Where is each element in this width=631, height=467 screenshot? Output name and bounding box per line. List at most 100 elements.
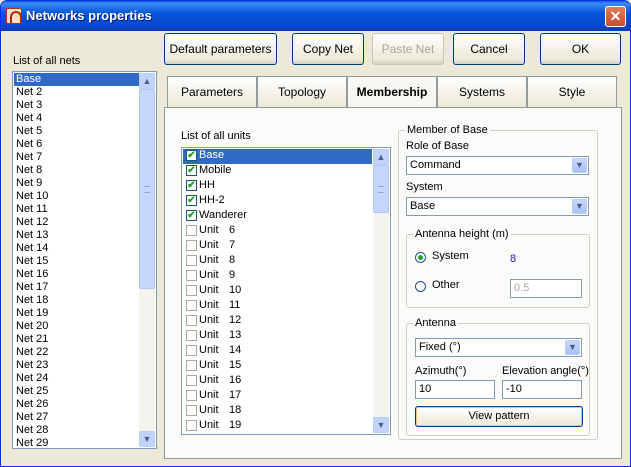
azimuth-input[interactable]: 10	[415, 380, 495, 399]
system-select[interactable]: Base ▼	[406, 197, 589, 216]
net-list-item[interactable]: Net 27	[14, 411, 140, 424]
antenna-type-select[interactable]: Fixed (°) ▼	[415, 338, 582, 357]
net-list-item[interactable]: Net 11	[14, 203, 140, 216]
net-list-item[interactable]: Net 16	[14, 268, 140, 281]
net-list-item[interactable]: Net 13	[14, 229, 140, 242]
unchecked-checkbox[interactable]	[186, 390, 197, 401]
unit-list-item[interactable]: Unit 12	[183, 314, 372, 329]
tab-style[interactable]: Style	[527, 76, 617, 108]
tab-topology[interactable]: Topology	[257, 76, 347, 108]
unit-list-item[interactable]: Unit 6	[183, 224, 372, 239]
net-list-item[interactable]: Net 5	[14, 125, 140, 138]
unit-list-item[interactable]: ✔ HH	[183, 179, 372, 194]
checked-checkbox[interactable]: ✔	[186, 180, 197, 191]
checked-checkbox[interactable]: ✔	[186, 150, 197, 161]
nets-listbox[interactable]: Net 29 Net 28 Net 27 Net 26 Net 25 Net 24 Net …	[12, 71, 157, 449]
net-list-item[interactable]: Net 14	[14, 242, 140, 255]
scroll-up-icon[interactable]: ▲	[373, 149, 389, 165]
net-list-item[interactable]: Net 10	[14, 190, 140, 203]
title-bar[interactable]: Networks properties ✕	[1, 1, 630, 31]
unchecked-checkbox[interactable]	[186, 405, 197, 416]
nets-scrollbar[interactable]: ▲ ▼	[139, 73, 155, 447]
unit-list-item[interactable]: Unit 9	[183, 269, 372, 284]
default-parameters-button[interactable]: Default parameters	[164, 33, 277, 65]
view-pattern-button[interactable]: View pattern	[415, 406, 583, 427]
tab-systems[interactable]: Systems	[437, 76, 527, 108]
net-list-item[interactable]: Net 20	[14, 320, 140, 333]
role-select[interactable]: Command ▼	[406, 156, 589, 175]
cancel-button[interactable]: Cancel	[453, 33, 525, 65]
net-list-item[interactable]: Net 15	[14, 255, 140, 268]
system-height-radio[interactable]	[415, 252, 426, 263]
unchecked-checkbox[interactable]	[186, 285, 197, 296]
net-list-item[interactable]: Net 29	[14, 437, 140, 448]
units-listbox[interactable]: Unit 19 Unit 18 Unit 17 Unit 16 Unit 15 Unit 14 Unit…	[181, 147, 391, 435]
units-scrollbar[interactable]: ▲ ▼	[373, 149, 389, 433]
chevron-down-icon[interactable]: ▼	[572, 158, 587, 173]
net-list-item[interactable]: Net 8	[14, 164, 140, 177]
unit-list-item[interactable]: ✔ HH-2	[183, 194, 372, 209]
unchecked-checkbox[interactable]	[186, 240, 197, 251]
unchecked-checkbox[interactable]	[186, 300, 197, 311]
unit-list-item[interactable]: Unit 11	[183, 299, 372, 314]
unit-list-item[interactable]: ✔ Mobile	[183, 164, 372, 179]
other-height-input[interactable]: 0.5	[510, 279, 582, 298]
net-list-item[interactable]: Net 17	[14, 281, 140, 294]
copy-net-button[interactable]: Copy Net	[292, 33, 364, 65]
scroll-thumb[interactable]	[373, 165, 389, 213]
unchecked-checkbox[interactable]	[186, 225, 197, 236]
unit-list-item[interactable]: Unit 14	[183, 344, 372, 359]
unchecked-checkbox[interactable]	[186, 345, 197, 356]
net-list-item[interactable]: Net 18	[14, 294, 140, 307]
net-list-item[interactable]: Net 2	[14, 86, 140, 99]
unit-list-item[interactable]: Unit 17	[183, 389, 372, 404]
net-list-item[interactable]: Net 6	[14, 138, 140, 151]
net-list-item[interactable]: Net 3	[14, 99, 140, 112]
scroll-thumb[interactable]	[139, 89, 155, 289]
unchecked-checkbox[interactable]	[186, 375, 197, 386]
unchecked-checkbox[interactable]	[186, 420, 197, 431]
net-list-item[interactable]: Net 7	[14, 151, 140, 164]
checked-checkbox[interactable]: ✔	[186, 210, 197, 221]
unit-list-item[interactable]: Unit 10	[183, 284, 372, 299]
unchecked-checkbox[interactable]	[186, 270, 197, 281]
net-list-item[interactable]: Net 28	[14, 424, 140, 437]
elevation-input[interactable]: -10	[502, 380, 582, 399]
unit-list-item[interactable]: ✔ Base	[183, 149, 372, 164]
paste-net-button[interactable]: Paste Net	[372, 33, 444, 65]
unit-list-item[interactable]: Unit 8	[183, 254, 372, 269]
checked-checkbox[interactable]: ✔	[186, 165, 197, 176]
unchecked-checkbox[interactable]	[186, 315, 197, 326]
unit-list-item[interactable]: Unit 13	[183, 329, 372, 344]
net-list-item[interactable]: Net 12	[14, 216, 140, 229]
net-list-item[interactable]: Net 22	[14, 346, 140, 359]
net-list-item[interactable]: Net 21	[14, 333, 140, 346]
other-height-radio[interactable]	[415, 281, 426, 292]
ok-button[interactable]: OK	[540, 33, 621, 65]
net-list-item[interactable]: Net 23	[14, 359, 140, 372]
net-list-item[interactable]: Net 19	[14, 307, 140, 320]
chevron-down-icon[interactable]: ▼	[572, 199, 587, 214]
chevron-down-icon[interactable]: ▼	[565, 340, 580, 355]
net-list-item[interactable]: Net 24	[14, 372, 140, 385]
unit-list-item[interactable]: Unit 16	[183, 374, 372, 389]
unchecked-checkbox[interactable]	[186, 255, 197, 266]
close-button[interactable]: ✕	[605, 6, 626, 27]
unchecked-checkbox[interactable]	[186, 330, 197, 341]
unit-list-item[interactable]: Unit 19	[183, 419, 372, 434]
unchecked-checkbox[interactable]	[186, 360, 197, 371]
net-list-item[interactable]: Base	[14, 73, 140, 86]
net-list-item[interactable]: Net 9	[14, 177, 140, 190]
unit-list-item[interactable]: ✔ Wanderer	[183, 209, 372, 224]
unit-list-item[interactable]: Unit 15	[183, 359, 372, 374]
tab-membership[interactable]: Membership	[347, 76, 437, 108]
net-list-item[interactable]: Net 4	[14, 112, 140, 125]
checked-checkbox[interactable]: ✔	[186, 195, 197, 206]
tab-parameters[interactable]: Parameters	[167, 76, 257, 108]
net-list-item[interactable]: Net 26	[14, 398, 140, 411]
scroll-up-icon[interactable]: ▲	[139, 73, 155, 89]
scroll-down-icon[interactable]: ▼	[373, 417, 389, 433]
scroll-down-icon[interactable]: ▼	[139, 431, 155, 447]
net-list-item[interactable]: Net 25	[14, 385, 140, 398]
unit-list-item[interactable]: Unit 18	[183, 404, 372, 419]
